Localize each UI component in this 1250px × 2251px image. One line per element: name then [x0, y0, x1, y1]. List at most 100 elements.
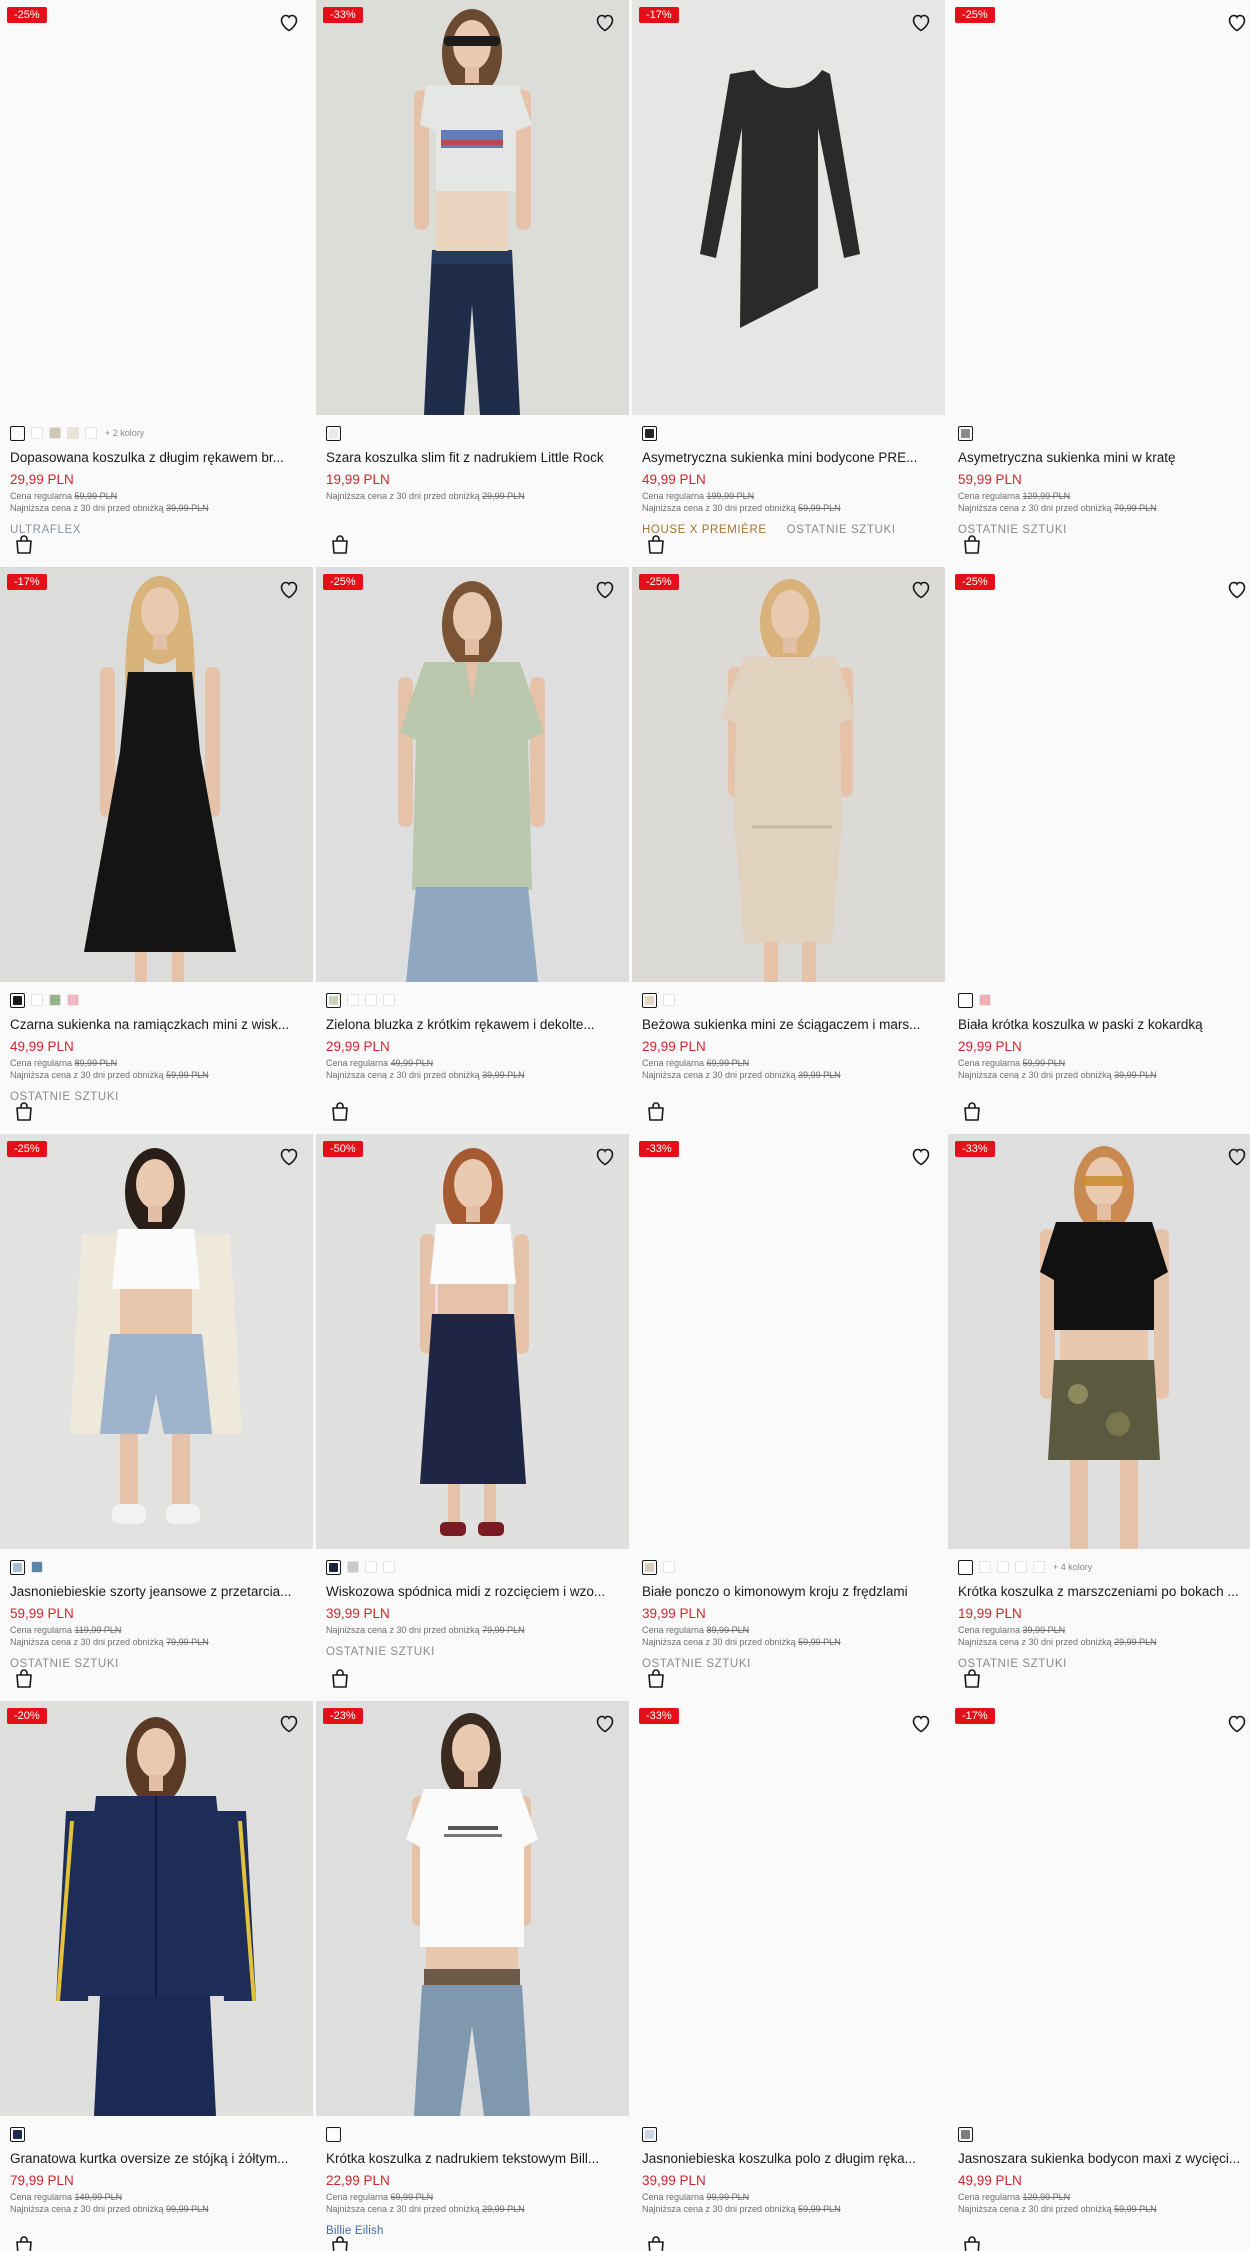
product-card[interactable]: -33% + 4 kolory Krótka koszulka z marszcze… [948, 1134, 1250, 1701]
color-swatch[interactable] [326, 425, 341, 441]
product-card[interactable]: -25% + 2 kolory Dopasowana koszulka z dług… [0, 0, 313, 567]
heart-icon[interactable] [277, 1144, 301, 1168]
color-swatch[interactable] [67, 427, 79, 439]
product-card[interactable]: -33% Jasnoniebieska koszulka polo z długi… [632, 1701, 945, 2251]
product-image[interactable] [316, 567, 629, 982]
product-image[interactable] [0, 1701, 313, 2116]
color-swatch[interactable] [663, 994, 675, 1006]
product-image[interactable] [316, 0, 629, 415]
shopping-bag-icon[interactable] [646, 1667, 666, 1689]
color-swatch[interactable] [10, 425, 25, 441]
shopping-bag-icon[interactable] [962, 1667, 982, 1689]
product-title[interactable]: Zielona bluzka z krótkim rękawem i dekol… [326, 1016, 626, 1034]
shopping-bag-icon[interactable] [962, 2234, 982, 2251]
product-title[interactable]: Jasnoniebieska koszulka polo z długim rę… [642, 2150, 942, 2168]
shopping-bag-icon[interactable] [962, 1100, 982, 1122]
color-swatch[interactable] [642, 992, 657, 1008]
product-tag[interactable]: ULTRAFLEX [10, 524, 81, 536]
heart-icon[interactable] [277, 10, 301, 34]
product-title[interactable]: Krótka koszulka z nadrukiem tekstowym Bi… [326, 2150, 626, 2168]
color-swatch[interactable] [49, 994, 61, 1006]
product-card[interactable]: -25% Asymetryczna sukienka mini w kratę 59… [948, 0, 1250, 567]
shopping-bag-icon[interactable] [14, 533, 34, 555]
heart-icon[interactable] [277, 577, 301, 601]
color-swatch[interactable] [49, 427, 61, 439]
color-swatch[interactable] [347, 1561, 359, 1573]
product-image[interactable] [316, 1701, 629, 2116]
product-title[interactable]: Dopasowana koszulka z długim rękawem br.… [10, 449, 310, 467]
product-image[interactable] [632, 1701, 945, 2116]
product-image[interactable] [0, 1134, 313, 1549]
product-title[interactable]: Asymetryczna sukienka mini w kratę [958, 449, 1250, 467]
product-title[interactable]: Szara koszulka slim fit z nadrukiem Litt… [326, 449, 626, 467]
product-image[interactable] [948, 1701, 1250, 2116]
product-card[interactable]: -23% Krótka koszulka z nadrukiem tekstowy… [316, 1701, 629, 2251]
shopping-bag-icon[interactable] [330, 1667, 350, 1689]
product-title[interactable]: Wiskozowa spódnica midi z rozcięciem i w… [326, 1583, 626, 1601]
heart-icon[interactable] [593, 1711, 617, 1735]
color-swatch[interactable] [1015, 1561, 1027, 1573]
product-image[interactable] [948, 0, 1250, 415]
heart-icon[interactable] [1225, 577, 1249, 601]
product-image[interactable] [632, 1134, 945, 1549]
color-swatch[interactable] [663, 1561, 675, 1573]
product-card[interactable]: -33% Białe ponczo o kimonowym kroju z frę… [632, 1134, 945, 1701]
color-swatch[interactable] [642, 425, 657, 441]
heart-icon[interactable] [909, 10, 933, 34]
product-tag[interactable]: Billie Eilish [326, 2225, 384, 2237]
color-swatch[interactable] [958, 1559, 973, 1575]
product-card[interactable]: -17% Czarna sukienka na ramiączkach mini … [0, 567, 313, 1134]
color-swatch[interactable] [10, 1559, 25, 1575]
color-swatch[interactable] [31, 427, 43, 439]
color-swatch[interactable] [958, 425, 973, 441]
color-swatch[interactable] [383, 994, 395, 1006]
heart-icon[interactable] [1225, 10, 1249, 34]
product-card[interactable]: -50% Wiskozowa spódnica midi z rozcięciem… [316, 1134, 629, 1701]
product-title[interactable]: Biała krótka koszulka w paski z kokardką [958, 1016, 1250, 1034]
product-card[interactable]: -17% Asymetryczna sukienka mini bodycone … [632, 0, 945, 567]
shopping-bag-icon[interactable] [962, 533, 982, 555]
color-swatch[interactable] [326, 992, 341, 1008]
shopping-bag-icon[interactable] [330, 533, 350, 555]
color-swatch[interactable] [1033, 1561, 1045, 1573]
shopping-bag-icon[interactable] [330, 1100, 350, 1122]
color-swatch[interactable] [85, 427, 97, 439]
product-card[interactable]: -25% Beżowa sukienka mini ze ściągaczem i… [632, 567, 945, 1134]
more-colors-label[interactable]: + 2 kolory [105, 428, 144, 438]
color-swatch[interactable] [365, 1561, 377, 1573]
color-swatch[interactable] [979, 994, 991, 1006]
heart-icon[interactable] [593, 577, 617, 601]
product-card[interactable]: -20% Granatowa kurtka oversize ze stójką … [0, 1701, 313, 2251]
product-title[interactable]: Krótka koszulka z marszczeniami po bokac… [958, 1583, 1250, 1601]
color-swatch[interactable] [383, 1561, 395, 1573]
shopping-bag-icon[interactable] [646, 2234, 666, 2251]
heart-icon[interactable] [277, 1711, 301, 1735]
color-swatch[interactable] [979, 1561, 991, 1573]
color-swatch[interactable] [67, 994, 79, 1006]
product-title[interactable]: Asymetryczna sukienka mini bodycone PRE.… [642, 449, 942, 467]
product-image[interactable] [948, 1134, 1250, 1549]
product-image[interactable] [948, 567, 1250, 982]
product-tag[interactable]: HOUSE X PREMIÈRE [642, 524, 767, 536]
color-swatch[interactable] [642, 2126, 657, 2142]
product-card[interactable]: -25% Biała krótka koszulka w paski z koka… [948, 567, 1250, 1134]
product-title[interactable]: Jasnoniebieskie szorty jeansowe z przeta… [10, 1583, 310, 1601]
product-title[interactable]: Beżowa sukienka mini ze ściągaczem i mar… [642, 1016, 942, 1034]
color-swatch[interactable] [10, 992, 25, 1008]
heart-icon[interactable] [1225, 1711, 1249, 1735]
product-title[interactable]: Czarna sukienka na ramiączkach mini z wi… [10, 1016, 310, 1034]
color-swatch[interactable] [958, 992, 973, 1008]
heart-icon[interactable] [593, 10, 617, 34]
color-swatch[interactable] [326, 2126, 341, 2142]
color-swatch[interactable] [10, 2126, 25, 2142]
shopping-bag-icon[interactable] [646, 1100, 666, 1122]
product-image[interactable] [316, 1134, 629, 1549]
product-title[interactable]: Białe ponczo o kimonowym kroju z frędzla… [642, 1583, 942, 1601]
product-title[interactable]: Granatowa kurtka oversize ze stójką i żó… [10, 2150, 310, 2168]
shopping-bag-icon[interactable] [14, 2234, 34, 2251]
product-image[interactable] [632, 567, 945, 982]
product-title[interactable]: Jasnoszara sukienka bodycon maxi z wycię… [958, 2150, 1250, 2168]
product-card[interactable]: -33% Szara koszulka slim fit z nadrukiem … [316, 0, 629, 567]
more-colors-label[interactable]: + 4 kolory [1053, 1562, 1092, 1572]
product-image[interactable] [632, 0, 945, 415]
